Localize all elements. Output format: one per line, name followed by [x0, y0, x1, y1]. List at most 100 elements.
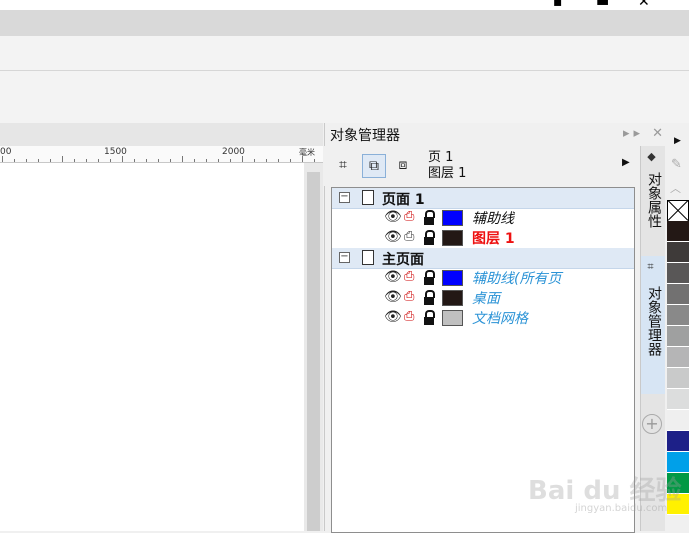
palette-menu-arrow-icon[interactable]: ▶ — [674, 136, 681, 146]
layer-row-layer1[interactable]: 👁︎ ⎙ 图层 1 — [332, 228, 634, 248]
layer-name[interactable]: 辅助线 — [472, 208, 514, 228]
layer-row-desktop[interactable]: 👁︎ ⎙ 桌面 — [332, 288, 634, 308]
docker-toolbar: ⌗ ⧉ ⧈ — [324, 146, 640, 186]
ruler-label: 1500 — [104, 147, 127, 157]
drawing-canvas[interactable] — [0, 163, 304, 531]
page-icon — [362, 250, 374, 265]
palette-swatch[interactable] — [667, 347, 689, 368]
tab-object-manager[interactable]: ⌗ 对象管理器 — [641, 256, 665, 394]
scrollbar-thumb[interactable] — [307, 172, 320, 531]
no-color-swatch[interactable] — [667, 200, 689, 222]
ruler-tick — [206, 159, 207, 162]
ruler-tick — [314, 159, 315, 162]
ruler-tick — [86, 159, 87, 162]
layer-color-swatch[interactable] — [442, 290, 463, 306]
layer-name[interactable]: 图层 1 — [472, 228, 515, 248]
visible-eye-icon[interactable]: 👁︎ — [384, 289, 402, 305]
collapse-icon[interactable]: − — [339, 192, 350, 203]
watermark-url: jingyan.baidu.com — [575, 503, 668, 514]
tab-label: 对象管理器 — [646, 286, 662, 356]
layer-props-icon[interactable]: ⌗ — [332, 154, 354, 176]
palette-swatch[interactable] — [667, 368, 689, 389]
palette-swatch[interactable] — [667, 326, 689, 347]
collapse-icon[interactable]: − — [339, 252, 350, 263]
ruler-tick — [14, 159, 15, 162]
lock-open-icon[interactable] — [424, 290, 435, 305]
menu-bar — [0, 10, 689, 36]
page-menu-arrow-icon[interactable]: ▶ — [622, 157, 630, 168]
visible-eye-icon[interactable]: 👁︎ — [384, 209, 402, 225]
layer-color-swatch[interactable] — [442, 270, 463, 286]
page-icon — [362, 190, 374, 205]
ruler-tick — [194, 159, 195, 162]
layer-row-document-grid[interactable]: 👁︎ ⎙ 文档网格 — [332, 308, 634, 328]
add-docker-icon[interactable]: + — [642, 414, 662, 434]
layer-color-swatch[interactable] — [442, 310, 463, 326]
visible-eye-icon[interactable]: 👁︎ — [384, 229, 402, 245]
layer-name[interactable]: 辅助线(所有页 — [472, 268, 561, 288]
edit-across-layers-icon[interactable]: ⧉ — [362, 154, 386, 178]
current-page-info: 页 1 图层 1 — [428, 150, 466, 182]
palette-swatch[interactable] — [667, 431, 689, 452]
printable-icon[interactable]: ⎙ — [404, 209, 414, 224]
tab-label: 对象属性 — [646, 172, 662, 228]
ruler-tick — [26, 159, 27, 162]
ruler-tick — [146, 159, 147, 162]
lock-closed-icon[interactable] — [424, 310, 435, 325]
docker-title: 对象管理器 — [330, 128, 400, 144]
ruler-tick — [2, 156, 3, 162]
lock-open-icon[interactable] — [424, 270, 435, 285]
palette-swatch[interactable] — [667, 284, 689, 305]
ruler-tick — [38, 159, 39, 162]
printable-icon[interactable]: ⎙ — [404, 269, 414, 284]
ruler-tick — [62, 156, 63, 162]
palette-scroll-up-icon[interactable]: ︿ — [670, 180, 681, 196]
layer-color-swatch[interactable] — [442, 210, 463, 226]
properties-icon: ◆ — [645, 150, 658, 163]
palette-swatch[interactable] — [667, 221, 689, 242]
current-layer: 图层 1 — [428, 166, 467, 181]
minimize-button[interactable]: ▪ — [553, 0, 563, 10]
close-button[interactable]: ✕ — [638, 0, 650, 10]
ruler-tick — [242, 156, 243, 162]
horizontal-ruler[interactable]: 00 1500 2000 毫米 — [0, 146, 323, 163]
ruler-tick — [158, 159, 159, 162]
layer-color-swatch[interactable] — [442, 230, 463, 246]
ruler-tick — [170, 159, 171, 162]
visible-eye-icon[interactable]: 👁︎ — [384, 269, 402, 285]
object-manager-icon: ⌗ — [645, 262, 658, 273]
ruler-tick — [50, 159, 51, 162]
visible-eye-icon[interactable]: 👁︎ — [384, 309, 402, 325]
tree-master-page[interactable]: − 主页面 — [332, 248, 634, 269]
palette-swatch[interactable] — [667, 263, 689, 284]
layer-name[interactable]: 文档网格 — [472, 308, 528, 328]
tree-page-1[interactable]: − 页面 1 — [332, 188, 634, 209]
ruler-tick — [266, 159, 267, 162]
layer-row-guides[interactable]: 👁︎ ⎙ 辅助线 — [332, 208, 634, 228]
palette-swatch[interactable] — [667, 410, 689, 431]
ruler-tick — [110, 159, 111, 162]
layer-name[interactable]: 桌面 — [472, 288, 500, 308]
baidu-watermark: Bai du 经验 — [528, 476, 682, 506]
printable-icon[interactable]: ⎙ — [404, 229, 414, 244]
lock-open-icon[interactable] — [424, 210, 435, 225]
ruler-tick — [182, 156, 183, 162]
lock-open-icon[interactable] — [424, 230, 435, 245]
eyedropper-icon[interactable]: ✎ — [671, 157, 682, 172]
palette-swatch[interactable] — [667, 242, 689, 263]
docker-controls[interactable]: ▸▸ ✕ — [623, 126, 667, 141]
palette-swatch[interactable] — [667, 305, 689, 326]
page-label: 页面 1 — [382, 192, 425, 208]
tab-object-properties[interactable]: ◆ 对象属性 — [641, 146, 665, 246]
layer-manager-view-icon[interactable]: ⧈ — [392, 154, 414, 176]
property-bar — [0, 71, 689, 123]
layer-row-master-guides[interactable]: 👁︎ ⎙ 辅助线(所有页 — [332, 268, 634, 288]
printable-icon[interactable]: ⎙ — [404, 309, 414, 324]
restore-button[interactable]: ▬ — [596, 0, 609, 10]
palette-swatch[interactable] — [667, 389, 689, 410]
ruler-tick — [254, 159, 255, 162]
ruler-tick — [134, 159, 135, 162]
ruler-tick — [230, 159, 231, 162]
printable-icon[interactable]: ⎙ — [404, 289, 414, 304]
ruler-tick — [278, 159, 279, 162]
